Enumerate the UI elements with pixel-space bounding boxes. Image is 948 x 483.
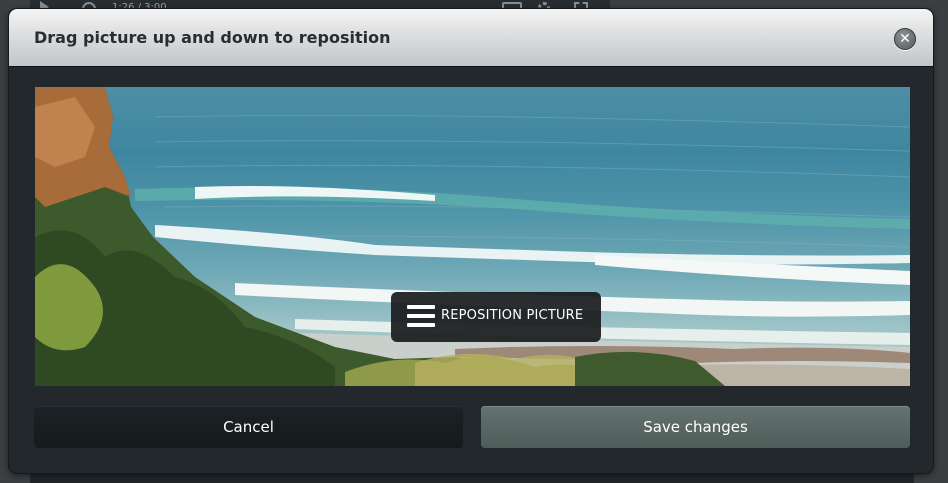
reposition-picture-button[interactable]: REPOSITION PICTURE [391, 292, 601, 342]
dialog-header: Drag picture up and down to reposition ✕ [9, 9, 933, 67]
reposition-label: REPOSITION PICTURE [441, 308, 584, 323]
close-icon[interactable]: ✕ [894, 28, 916, 50]
hamburger-icon [407, 305, 435, 327]
save-changes-button[interactable]: Save changes [481, 406, 910, 448]
dialog-title: Drag picture up and down to reposition [34, 28, 391, 47]
cover-picture[interactable]: REPOSITION PICTURE [35, 87, 910, 386]
reposition-dialog: Drag picture up and down to reposition ✕ [9, 9, 933, 473]
cancel-button[interactable]: Cancel [34, 406, 463, 448]
